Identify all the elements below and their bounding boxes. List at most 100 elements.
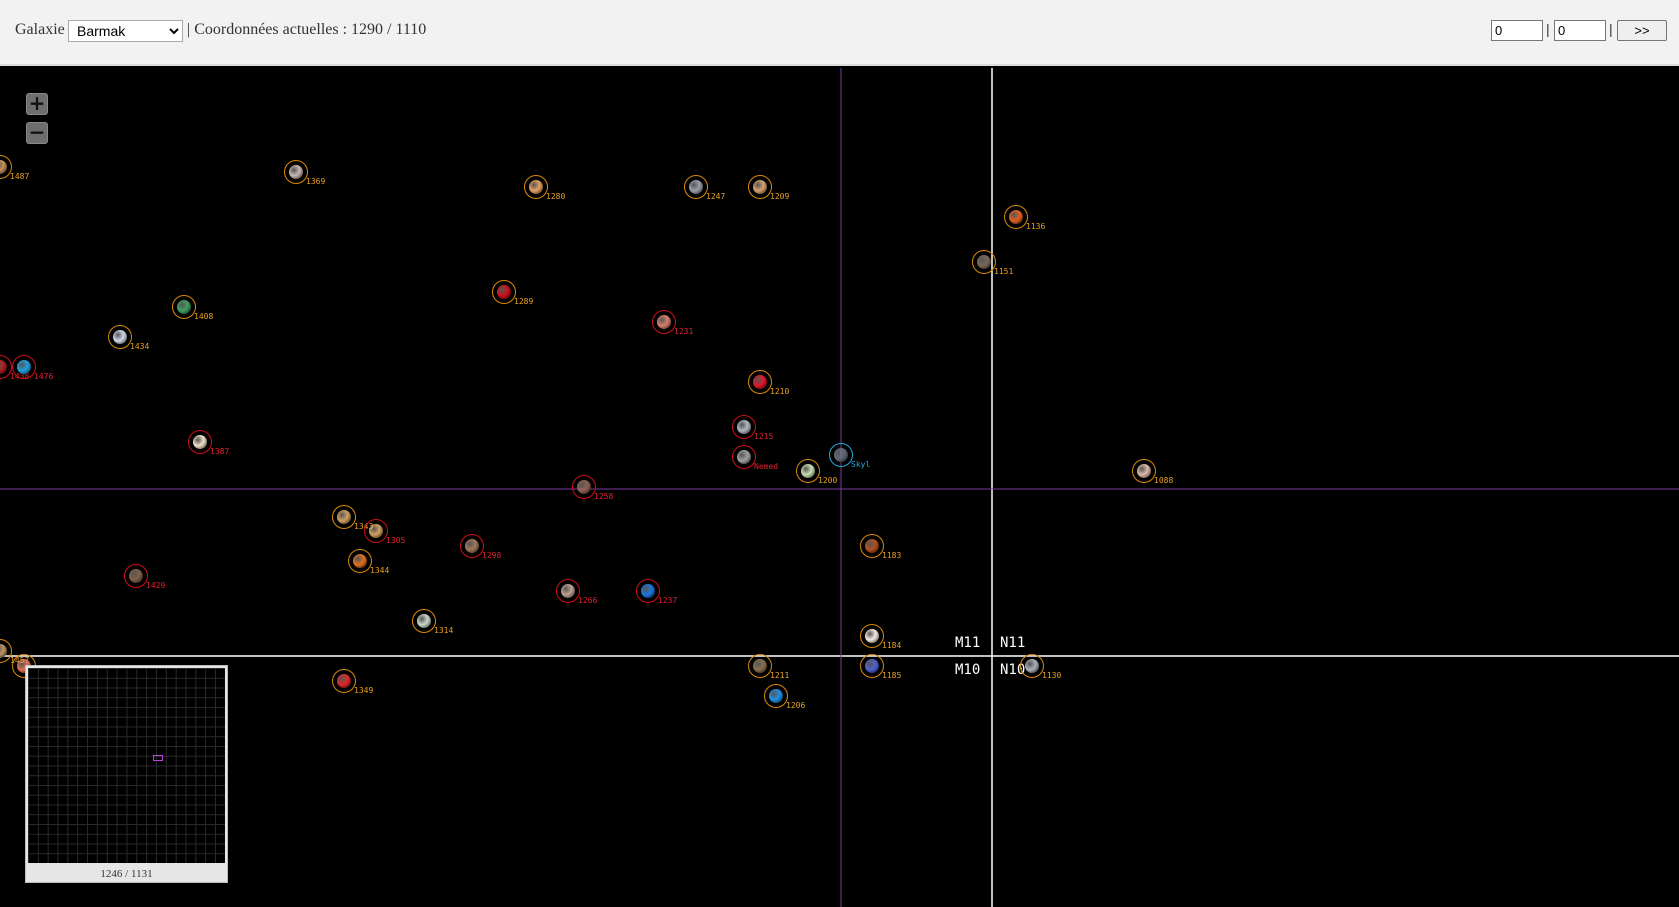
planet-marker[interactable] — [829, 443, 853, 467]
planet-icon — [417, 614, 431, 628]
zoom-in-button[interactable]: + — [26, 93, 48, 115]
planet-marker[interactable] — [860, 534, 884, 558]
planet-marker[interactable] — [732, 445, 756, 469]
planet-marker[interactable] — [12, 355, 36, 379]
planet-marker[interactable] — [860, 624, 884, 648]
map-lines — [0, 68, 1679, 907]
planet-marker[interactable] — [796, 459, 820, 483]
planet-label: 1183 — [882, 551, 902, 560]
minimap-grid[interactable] — [28, 668, 225, 863]
planet-marker[interactable] — [860, 654, 884, 678]
planet-marker[interactable] — [332, 505, 356, 529]
planet-label: 1298 — [482, 551, 502, 560]
planet-marker[interactable] — [172, 295, 196, 319]
planet-label: Nemed — [754, 462, 779, 471]
planet-marker[interactable] — [108, 325, 132, 349]
go-button[interactable]: >> — [1617, 20, 1667, 41]
sector-label-n11: N11 — [1000, 635, 1026, 651]
planet-label: 1136 — [1026, 222, 1046, 231]
planet-icon — [1025, 659, 1039, 673]
planet-marker[interactable] — [284, 160, 308, 184]
planet-label: 1151 — [994, 267, 1014, 276]
planet-icon — [337, 674, 351, 688]
planet-icon — [1009, 210, 1023, 224]
planet-label: 1130 — [1042, 671, 1062, 680]
planet-label: 1185 — [882, 671, 902, 680]
planet-marker[interactable] — [492, 280, 516, 304]
planet-icon — [834, 448, 848, 462]
planet-icon — [177, 300, 191, 314]
planet-label: 1429 — [146, 581, 166, 590]
planet-marker[interactable] — [1004, 205, 1028, 229]
planet-label: Skyl — [851, 460, 871, 469]
planet-marker[interactable] — [364, 519, 388, 543]
planet-marker[interactable] — [460, 534, 484, 558]
planet-marker[interactable] — [1020, 654, 1044, 678]
planet-icon — [657, 315, 671, 329]
planet-icon — [977, 255, 991, 269]
planet-marker[interactable] — [332, 669, 356, 693]
planet-label: 1237 — [658, 596, 678, 605]
planet-icon — [1137, 464, 1151, 478]
planet-marker[interactable] — [572, 475, 596, 499]
planet-label: 1231 — [674, 327, 694, 336]
planet-label: 1210 — [770, 387, 790, 396]
planet-label: 1247 — [706, 192, 726, 201]
planet-label: 1305 — [386, 536, 406, 545]
planet-icon — [753, 180, 767, 194]
planet-label: 1280 — [546, 192, 566, 201]
planet-label: 1387 — [210, 447, 230, 456]
minimap[interactable]: 1246 / 1131 — [25, 665, 228, 883]
galaxy-label: Galaxie — [15, 21, 65, 38]
planet-icon — [193, 435, 207, 449]
planet-marker[interactable] — [556, 579, 580, 603]
planet-label: 1209 — [770, 192, 790, 201]
sector-label-m11: M11 — [955, 635, 981, 651]
planet-icon — [337, 510, 351, 524]
galaxy-map[interactable]: + − M11 N11 M10 N10 1487 1369 1280 1247 1209… — [0, 68, 1679, 907]
planet-label: 1369 — [306, 177, 326, 186]
planet-marker[interactable] — [764, 684, 788, 708]
planet-marker[interactable] — [732, 415, 756, 439]
planet-icon — [289, 165, 303, 179]
planet-label: 1266 — [578, 596, 598, 605]
planet-label: 1434 — [130, 342, 150, 351]
zoom-out-button[interactable]: − — [26, 122, 48, 144]
planet-icon — [497, 285, 511, 299]
separator: | — [1546, 21, 1550, 37]
planet-icon — [737, 450, 751, 464]
planet-label: 1206 — [786, 701, 806, 710]
planet-icon — [865, 539, 879, 553]
planet-marker[interactable] — [124, 564, 148, 588]
planet-marker[interactable] — [636, 579, 660, 603]
planet-label: 1215 — [754, 432, 774, 441]
planet-marker[interactable] — [972, 250, 996, 274]
planet-marker[interactable] — [188, 430, 212, 454]
sector-label-m10: M10 — [955, 662, 981, 678]
planet-marker[interactable] — [748, 654, 772, 678]
planet-icon — [753, 375, 767, 389]
planet-marker[interactable] — [748, 370, 772, 394]
planet-marker[interactable] — [348, 549, 372, 573]
y-coordinate-input[interactable] — [1554, 20, 1606, 41]
planet-marker[interactable] — [412, 609, 436, 633]
separator: | — [1609, 21, 1613, 37]
planet-label: 1289 — [514, 297, 534, 306]
planet-marker[interactable] — [652, 310, 676, 334]
planet-marker[interactable] — [1132, 459, 1156, 483]
planet-marker[interactable] — [748, 175, 772, 199]
galaxy-select[interactable]: Barmak — [68, 20, 183, 42]
planet-marker[interactable] — [524, 175, 548, 199]
planet-icon — [641, 584, 655, 598]
x-coordinate-input[interactable] — [1491, 20, 1543, 41]
planet-icon — [577, 480, 591, 494]
top-toolbar: Galaxie Barmak | Coordonnées actuelles :… — [0, 0, 1679, 66]
planet-icon — [129, 569, 143, 583]
planet-icon — [689, 180, 703, 194]
planet-icon — [529, 180, 543, 194]
planet-icon — [353, 554, 367, 568]
current-coordinates: | Coordonnées actuelles : 1290 / 1110 — [187, 21, 427, 38]
planet-icon — [865, 659, 879, 673]
planet-marker[interactable] — [684, 175, 708, 199]
planet-icon — [0, 360, 7, 374]
